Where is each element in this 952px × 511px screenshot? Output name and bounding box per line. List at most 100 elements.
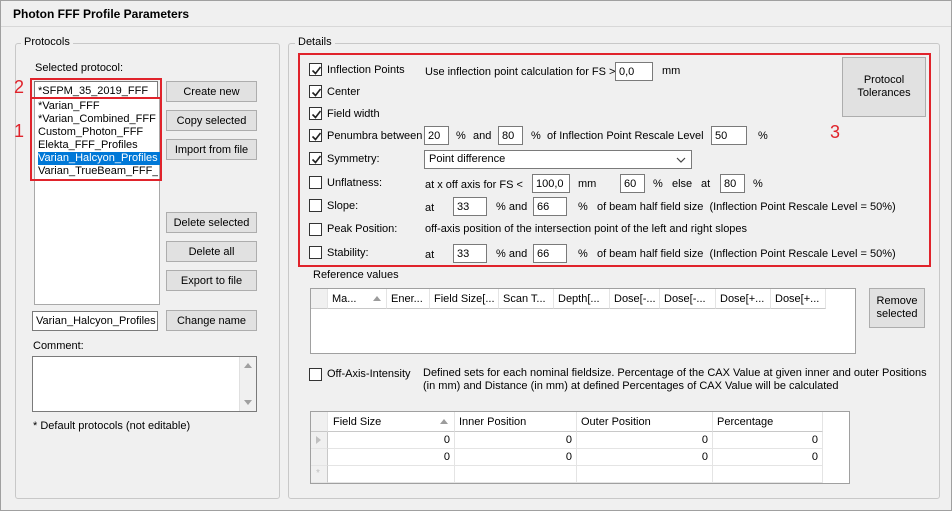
table-cell[interactable]: 0 <box>713 432 823 449</box>
column-header[interactable]: Dose[-... <box>660 289 716 309</box>
slope-low-input[interactable]: 33 <box>453 197 487 216</box>
comment-scrollbar[interactable] <box>239 357 256 411</box>
inflection-points-label: Inflection Points <box>327 64 405 76</box>
column-header[interactable]: Field Size[... <box>430 289 499 309</box>
stability-tail: % of beam half field size (Inflection Po… <box>578 248 896 260</box>
stability-low-input[interactable]: 33 <box>453 244 487 263</box>
inflection-unit: mm <box>662 65 681 77</box>
stability-high-input[interactable]: 66 <box>533 244 567 263</box>
row-header[interactable] <box>311 432 328 449</box>
field-width-checkbox[interactable] <box>309 107 322 120</box>
remove-label-line1: Remove <box>876 295 918 307</box>
penumbra-pct1: % <box>456 130 466 142</box>
symmetry-checkbox[interactable] <box>309 152 322 165</box>
reference-values-table[interactable]: Ma... Ener... Field Size[... Scan T... D… <box>310 288 856 354</box>
slope-label: Slope: <box>327 200 359 212</box>
stability-checkbox[interactable] <box>309 246 322 259</box>
off-axis-intensity-checkbox[interactable] <box>309 368 322 381</box>
copy-selected-button[interactable]: Copy selected <box>166 110 257 131</box>
symmetry-label: Symmetry: <box>327 153 380 165</box>
unflatness-pct2: % <box>753 178 763 190</box>
delete-all-button[interactable]: Delete all <box>166 241 257 262</box>
delete-selected-button[interactable]: Delete selected <box>166 212 257 233</box>
comment-field[interactable] <box>32 356 257 412</box>
unflatness-unit: mm <box>578 178 597 190</box>
annotation-box-1 <box>30 97 162 181</box>
column-header[interactable]: Percentage <box>713 412 823 432</box>
penumbra-checkbox[interactable] <box>309 129 322 142</box>
penumbra-low-input[interactable]: 20 <box>424 126 449 145</box>
protocol-tolerances-button[interactable]: Protocol Tolerances <box>842 57 926 117</box>
protocol-name-field[interactable]: Varian_Halcyon_Profiles <box>32 311 158 331</box>
column-header[interactable]: Dose[+... <box>771 289 826 309</box>
column-header[interactable]: Inner Position <box>455 412 577 432</box>
tolerances-label-line2: Tolerances <box>857 87 911 99</box>
comment-label: Comment: <box>33 340 84 352</box>
off-axis-table[interactable]: Field Size Inner Position Outer Position… <box>310 411 850 484</box>
dialog-window: Photon FFF Profile Parameters Protocols … <box>0 0 952 511</box>
column-header[interactable]: Outer Position <box>577 412 713 432</box>
column-header[interactable]: Dose[-... <box>610 289 660 309</box>
column-header[interactable]: Field Size <box>328 412 455 432</box>
stability-label: Stability: <box>327 247 369 259</box>
table-cell[interactable] <box>455 466 577 483</box>
table-cell[interactable] <box>713 466 823 483</box>
scroll-down-icon[interactable] <box>244 400 252 405</box>
slope-at: at <box>425 202 435 214</box>
inflection-points-checkbox[interactable] <box>309 63 322 76</box>
sort-ascending-icon <box>440 419 448 424</box>
column-header[interactable]: Dose[+... <box>716 289 771 309</box>
remove-selected-button[interactable]: Remove selected <box>869 288 925 328</box>
table-cell[interactable]: 0 <box>455 432 577 449</box>
annotation-number-3: 3 <box>830 122 841 142</box>
new-row-icon: * <box>316 468 320 479</box>
unflatness-pct: % <box>653 178 663 190</box>
slope-pct-and: % and <box>496 201 528 213</box>
column-header[interactable]: Ener... <box>387 289 430 309</box>
table-cell[interactable]: 0 <box>577 449 713 466</box>
default-protocols-footnote: * Default protocols (not editable) <box>33 420 191 432</box>
table-cell[interactable]: 0 <box>713 449 823 466</box>
peak-position-label: Peak Position: <box>327 223 398 235</box>
unflatness-checkbox[interactable] <box>309 176 322 189</box>
window-title: Photon FFF Profile Parameters <box>13 7 190 21</box>
details-legend: Details <box>295 36 335 48</box>
penumbra-rescale-input[interactable]: 50 <box>711 126 747 145</box>
sort-ascending-icon <box>373 296 381 301</box>
off-axis-intensity-label: Off-Axis-Intensity <box>327 368 411 380</box>
table-cell[interactable]: 0 <box>328 432 455 449</box>
change-name-button[interactable]: Change name <box>166 310 257 331</box>
peak-position-checkbox[interactable] <box>309 223 322 236</box>
create-new-button[interactable]: Create new <box>166 81 257 102</box>
penumbra-and: and <box>473 130 492 142</box>
inflection-fs-input[interactable]: 0,0 <box>615 62 653 81</box>
symmetry-dropdown[interactable]: Point difference <box>424 150 692 169</box>
column-header[interactable]: Scan T... <box>499 289 554 309</box>
row-header-column <box>311 289 328 309</box>
current-row-icon <box>316 436 321 444</box>
remove-label-line2: selected <box>876 308 918 320</box>
unflatness-desc: at x off axis for FS < <box>425 179 523 191</box>
new-row-header[interactable]: * <box>311 466 328 483</box>
table-cell[interactable]: 0 <box>455 449 577 466</box>
unflatness-pct-input[interactable]: 60 <box>620 174 645 193</box>
table-cell[interactable]: 0 <box>328 449 455 466</box>
unflatness-else: else <box>672 178 693 190</box>
unflatness-at: at <box>701 178 711 190</box>
penumbra-high-input[interactable]: 80 <box>498 126 523 145</box>
slope-high-input[interactable]: 66 <box>533 197 567 216</box>
row-header[interactable] <box>311 449 328 466</box>
export-to-file-button[interactable]: Export to file <box>166 270 257 291</box>
column-header[interactable]: Depth[... <box>554 289 610 309</box>
scroll-up-icon[interactable] <box>244 363 252 368</box>
selected-protocol-label: Selected protocol: <box>35 62 124 74</box>
slope-checkbox[interactable] <box>309 199 322 212</box>
field-width-label: Field width <box>327 108 380 120</box>
unflatness-else-input[interactable]: 80 <box>720 174 745 193</box>
table-cell[interactable] <box>577 466 713 483</box>
import-from-file-button[interactable]: Import from file <box>166 139 257 160</box>
table-cell[interactable] <box>328 466 455 483</box>
unflatness-fs-input[interactable]: 100,0 <box>532 174 570 193</box>
table-cell[interactable]: 0 <box>577 432 713 449</box>
center-checkbox[interactable] <box>309 85 322 98</box>
